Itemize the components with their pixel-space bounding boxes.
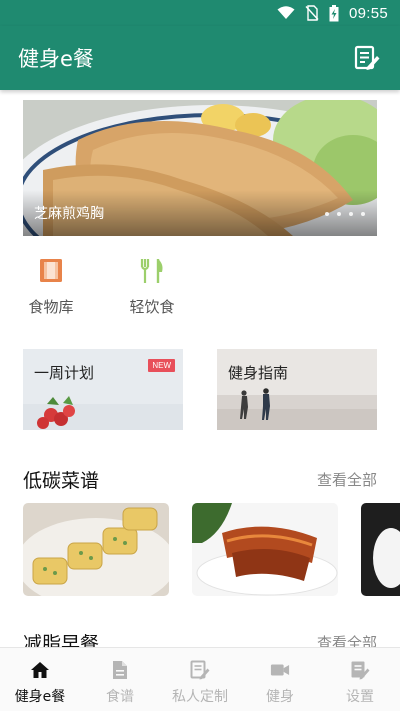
fork-leaf-icon xyxy=(139,258,165,284)
weekly-plan-card[interactable]: 一周计划 NEW xyxy=(23,349,183,430)
document-icon xyxy=(110,660,130,680)
light-meal-link[interactable]: 轻饮食 xyxy=(117,258,187,317)
recipe-image xyxy=(192,503,338,596)
low-carb-title: 低碳菜谱 xyxy=(23,470,100,492)
home-icon xyxy=(30,660,50,680)
app-bar: 健身e餐 xyxy=(0,26,400,90)
breakfast-section-header: 减脂早餐 查看全部 xyxy=(23,629,377,647)
edit-note-icon xyxy=(354,45,380,70)
settings-edit-icon xyxy=(350,660,370,680)
tab-settings[interactable]: 设置 xyxy=(320,648,400,711)
tab-custom[interactable]: 私人定制 xyxy=(160,648,240,711)
app-title: 健身e餐 xyxy=(18,47,94,71)
breakfast-view-all-link[interactable]: 查看全部 xyxy=(317,632,377,647)
tab-fitness[interactable]: 健身 xyxy=(240,648,320,711)
low-carb-section-header: 低碳菜谱 查看全部 xyxy=(23,466,377,493)
recipe-card[interactable] xyxy=(23,503,169,596)
banner-dot xyxy=(361,212,365,216)
banner-carousel[interactable]: 芝麻煎鸡胸 xyxy=(23,100,377,236)
book-icon xyxy=(38,258,64,284)
banner-dot xyxy=(337,212,341,216)
tab-recipes-label: 食谱 xyxy=(106,689,134,705)
video-camera-icon xyxy=(270,660,290,680)
home-content[interactable]: 芝麻煎鸡胸 食物库 轻饮食 一周计划 NEW 健身指南 低碳菜谱 查看全部 减脂… xyxy=(0,90,400,647)
tab-custom-label: 私人定制 xyxy=(172,689,228,705)
fitness-guide-card[interactable]: 健身指南 xyxy=(217,349,377,430)
light-meal-label: 轻饮食 xyxy=(129,298,175,316)
tab-recipes[interactable]: 食谱 xyxy=(80,648,160,711)
edit-note-icon xyxy=(190,660,210,680)
battery-charging-icon xyxy=(329,4,339,22)
banner-dot xyxy=(349,212,353,216)
no-sim-icon xyxy=(305,5,319,21)
banner-caption: 芝麻煎鸡胸 xyxy=(34,206,104,222)
low-carb-view-all-link[interactable]: 查看全部 xyxy=(317,469,377,490)
banner-indicator xyxy=(325,212,365,216)
tab-fitness-label: 健身 xyxy=(266,689,294,705)
breakfast-title: 减脂早餐 xyxy=(23,633,100,647)
food-library-label: 食物库 xyxy=(28,298,74,316)
edit-note-button[interactable] xyxy=(352,43,382,73)
recipe-image xyxy=(23,503,169,596)
status-time: 09:55 xyxy=(348,4,388,22)
tab-settings-label: 设置 xyxy=(346,689,374,705)
fitness-guide-label: 健身指南 xyxy=(228,364,289,382)
tab-home-label: 健身e餐 xyxy=(14,689,66,705)
food-library-link[interactable]: 食物库 xyxy=(16,258,86,317)
recipe-card[interactable] xyxy=(192,503,338,596)
wifi-icon xyxy=(277,6,295,20)
tab-home[interactable]: 健身e餐 xyxy=(0,648,80,711)
weekly-plan-label: 一周计划 xyxy=(34,364,95,382)
status-bar: 09:55 xyxy=(0,0,400,26)
bottom-tab-bar: 健身e餐 食谱 私人定制 健身 设置 xyxy=(0,647,400,711)
recipe-card[interactable] xyxy=(361,503,400,596)
new-badge: NEW xyxy=(148,359,175,372)
banner-dot xyxy=(325,212,329,216)
recipe-image xyxy=(361,503,400,596)
